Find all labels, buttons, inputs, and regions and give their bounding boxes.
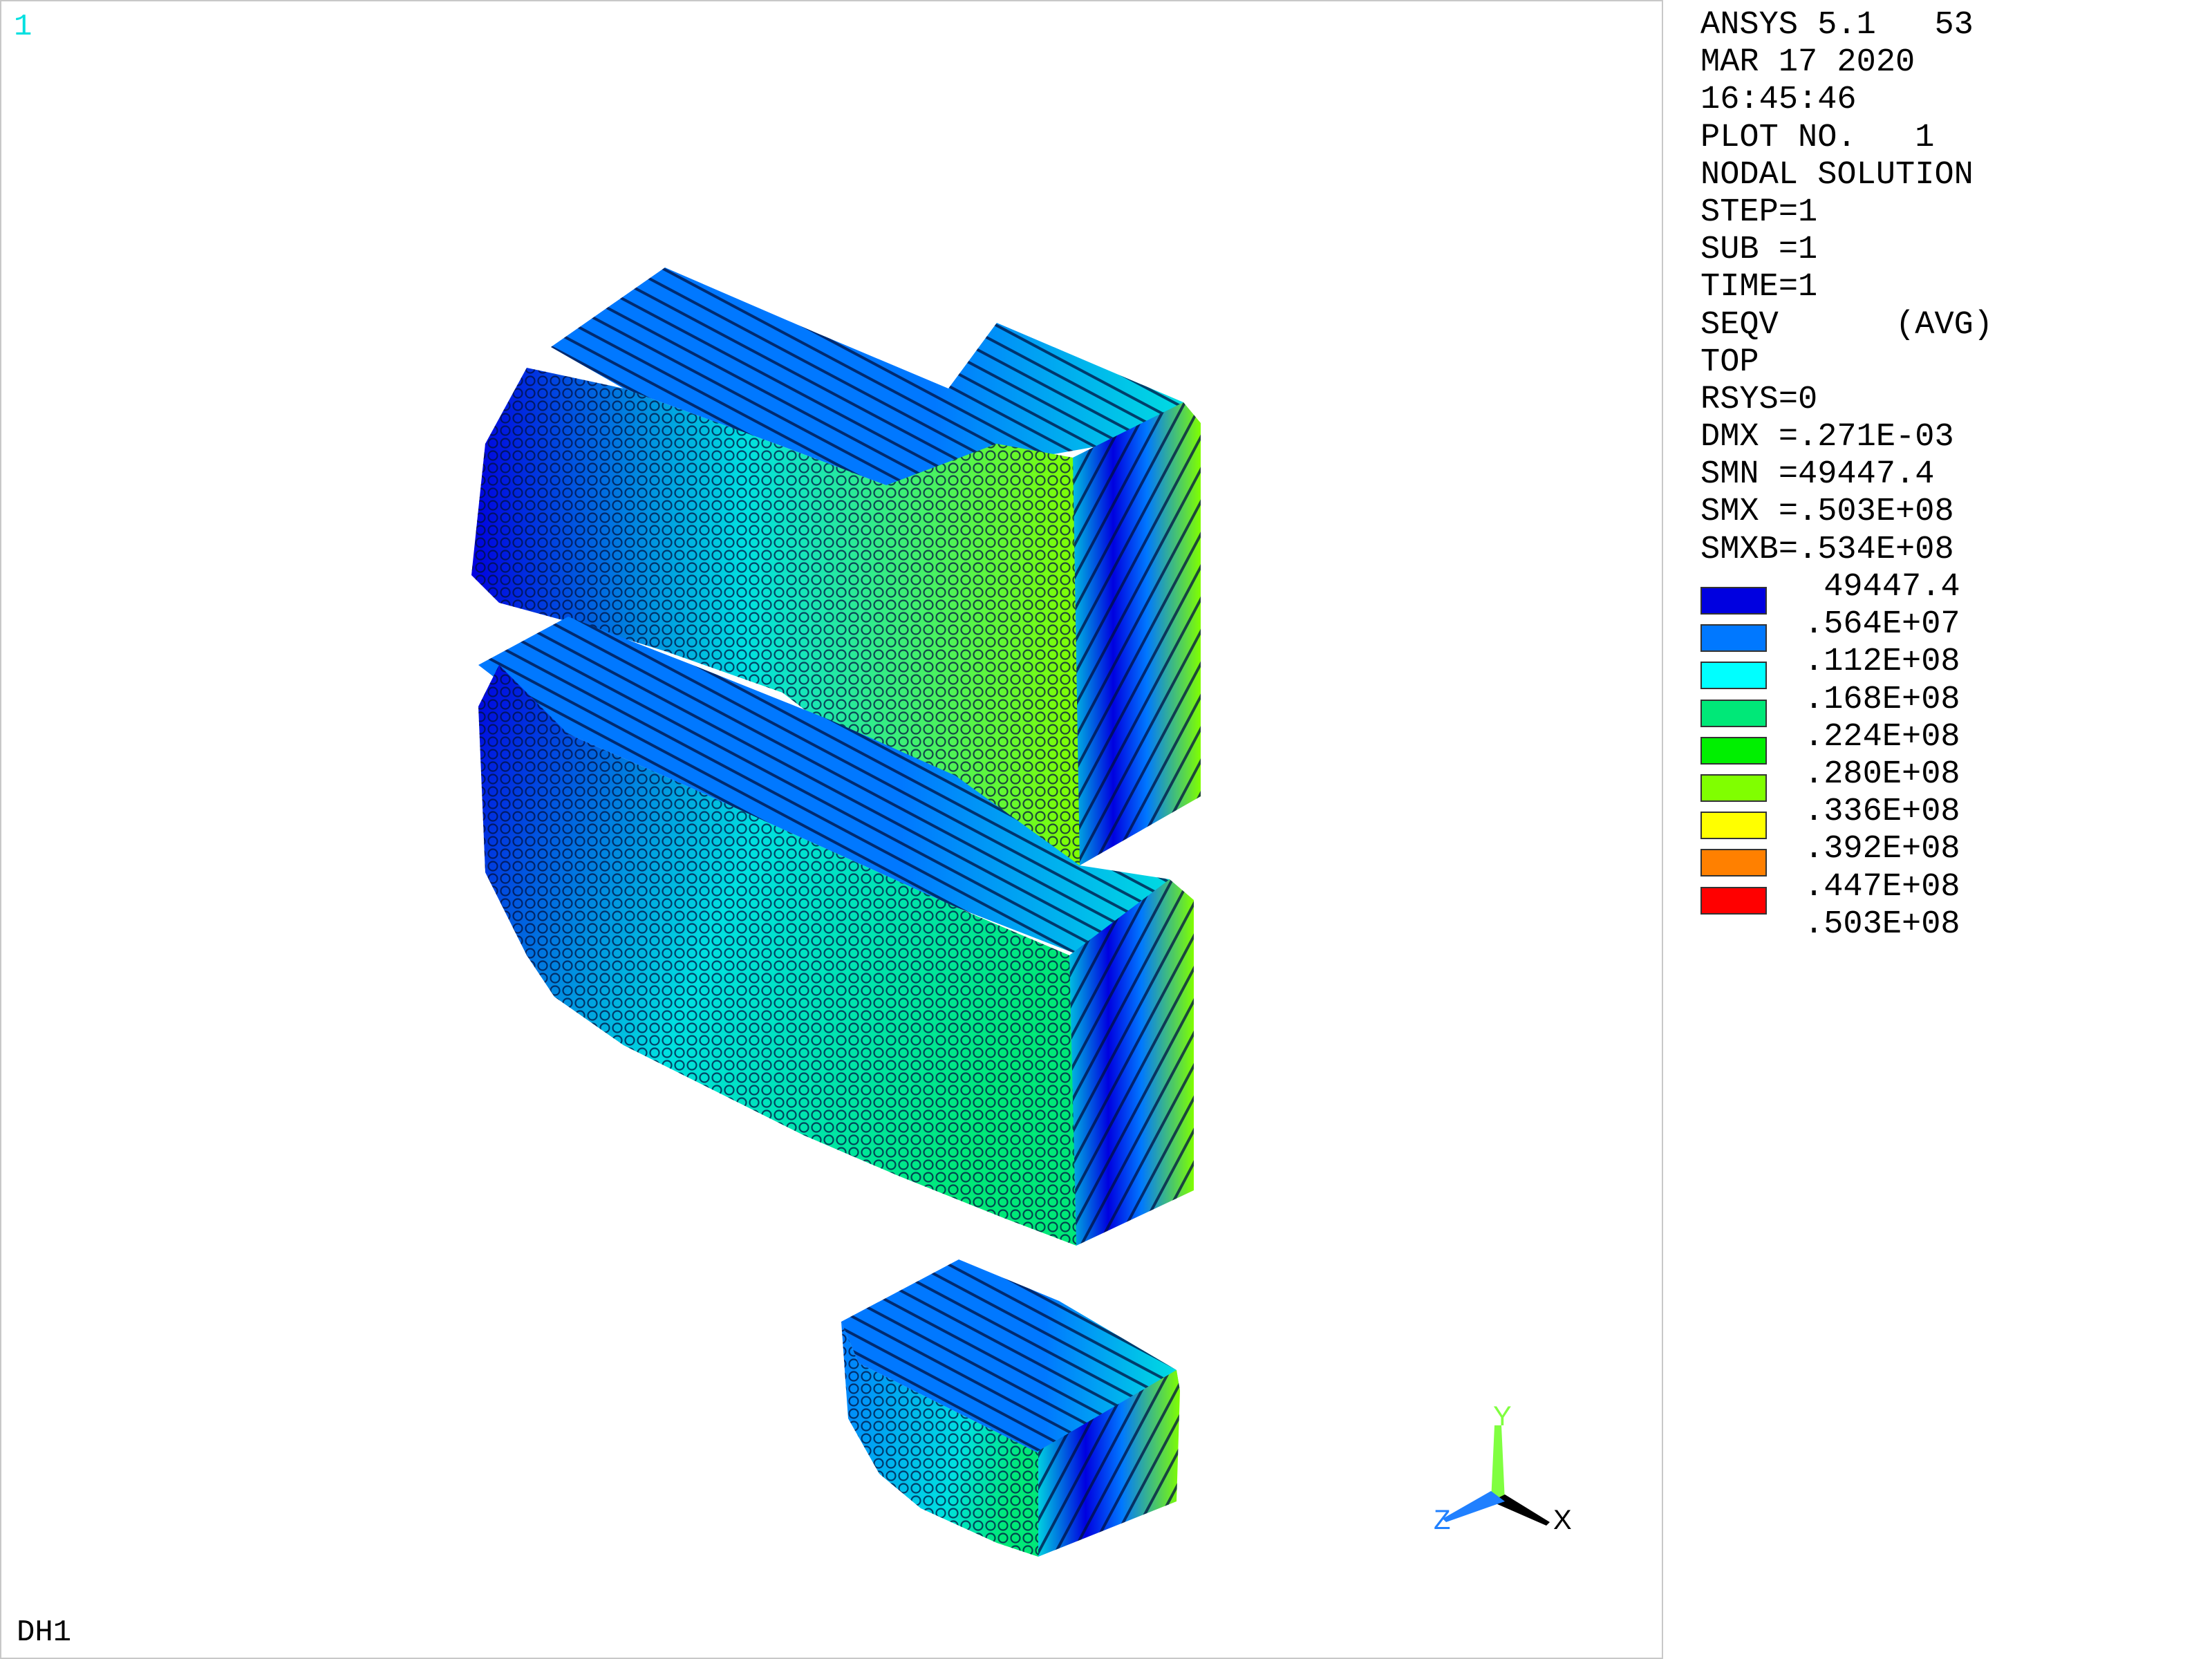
info-line: SEQV (AVG) [1700,306,1994,344]
info-line: TIME=1 [1700,269,1818,306]
info-line: STEP=1 [1700,194,1818,231]
legend-value-label: .503E+08 [1804,906,1960,943]
legend-color-swatch [1700,736,1767,765]
triad-x-label: X [1553,1505,1572,1535]
legend-color-swatch [1700,774,1767,802]
info-line: SMXB=.534E+08 [1700,531,1954,568]
legend-color-swatch [1700,886,1767,915]
legend-color-swatch [1700,662,1767,690]
info-panel: ANSYS 5.1 53 MAR 17 2020 16:45:46 PLOT N… [1700,7,2198,569]
info-line: PLOT NO. 1 [1700,119,1935,156]
triad-y-label: Y [1493,1401,1512,1432]
window-name: DH1 [17,1615,72,1650]
legend-value-label: .392E+08 [1804,831,1960,868]
info-line: SUB =1 [1700,232,1818,269]
fea-model-plot: Y X Z [471,268,1572,1557]
info-line: TOP [1700,344,1759,381]
info-line: SMN =49447.4 [1700,456,1935,494]
info-line: ANSYS 5.1 53 [1700,7,1974,44]
legend-value-label: .447E+08 [1804,868,1960,906]
legend-value-label: .336E+08 [1804,794,1960,831]
info-line: RSYS=0 [1700,381,1818,418]
info-line: SMX =.503E+08 [1700,494,1954,531]
legend-value-label: 49447.4 [1804,569,1960,606]
info-line: DMX =.271E-03 [1700,419,1954,456]
legend-color-swatch [1700,849,1767,877]
ansys-graphics-window: Y X Z 1 DH1 ANSYS 5.1 53 MAR 17 2020 16:… [0,0,2212,1659]
legend-value-label: .224E+08 [1804,718,1960,756]
triad-y-axis [1491,1425,1505,1501]
legend-color-swatch [1700,587,1767,615]
legend-value-label: .112E+08 [1804,644,1960,681]
plot-viewport[interactable]: Y X Z 1 DH1 [0,0,1663,1659]
info-line: MAR 17 2020 [1700,44,1915,82]
coordinate-triad: Y X Z [1434,1401,1572,1535]
triad-z-axis [1443,1491,1505,1522]
info-line: 16:45:46 [1700,82,1857,119]
legend-color-swatch [1700,812,1767,840]
small-block [841,1259,1180,1557]
info-line: NODAL SOLUTION [1700,156,1974,194]
legend-value-label: .280E+08 [1804,756,1960,793]
legend-color-swatch [1700,624,1767,653]
triad-z-label: Z [1434,1505,1450,1535]
legend-value-label: .564E+07 [1804,606,1960,644]
legend-color-swatch [1700,699,1767,727]
window-number: 1 [14,10,32,44]
legend-value-label: .168E+08 [1804,681,1960,718]
